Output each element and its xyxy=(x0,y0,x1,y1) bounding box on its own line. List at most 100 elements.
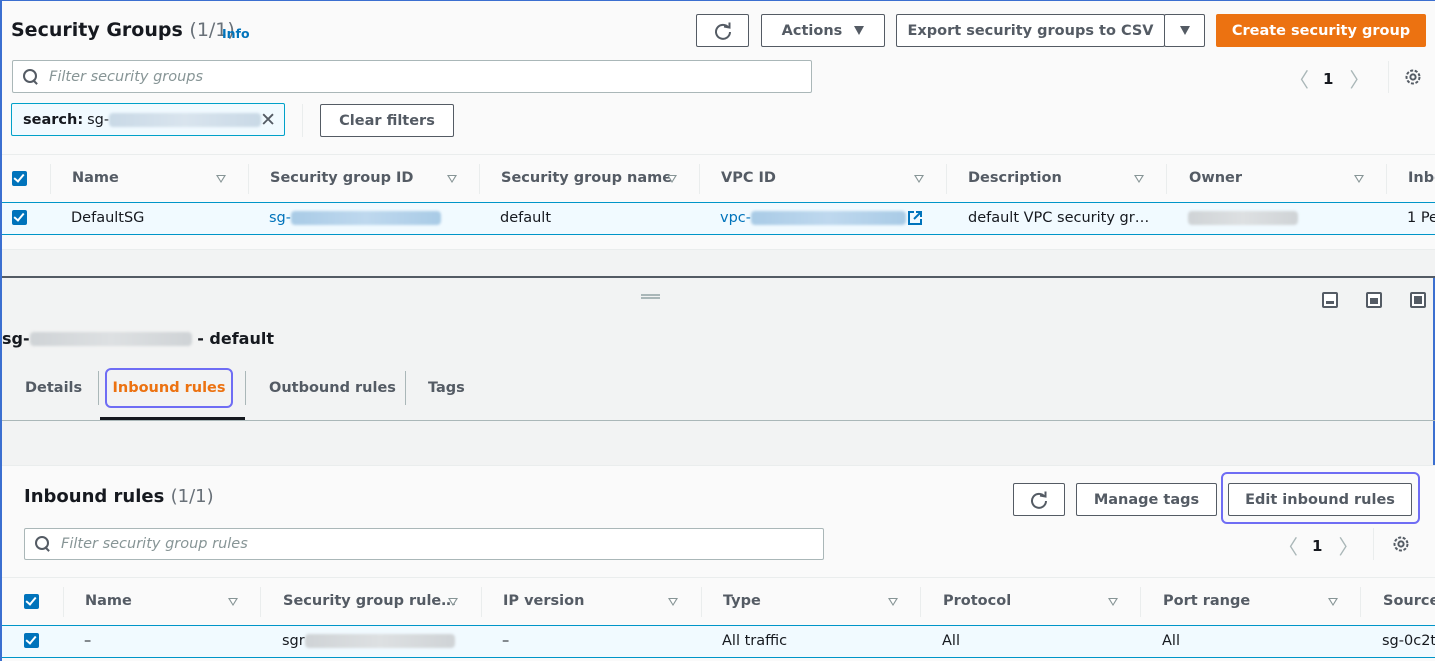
caret-down-icon xyxy=(854,26,865,35)
filter-security-groups-input[interactable]: Filter security groups xyxy=(12,60,812,93)
column-header-owner[interactable]: Owner xyxy=(1189,170,1242,186)
redacted-vpc-id xyxy=(751,211,906,225)
cell-owner xyxy=(1188,211,1298,225)
sort-icon[interactable] xyxy=(228,598,238,606)
column-header-port-range[interactable]: Port range xyxy=(1163,593,1250,609)
create-security-group-button[interactable]: Create security group xyxy=(1216,14,1426,47)
drag-handle-icon[interactable] xyxy=(641,294,660,299)
redacted-sg-id xyxy=(29,331,192,346)
redacted-owner-id xyxy=(1188,211,1298,225)
column-header-description[interactable]: Description xyxy=(968,170,1062,186)
sort-icon[interactable] xyxy=(1108,598,1118,606)
column-header-type[interactable]: Type xyxy=(723,593,761,609)
column-header-sg-name[interactable]: Security group name xyxy=(501,170,672,186)
column-header-protocol[interactable]: Protocol xyxy=(943,593,1011,609)
panel-minimize-icon[interactable] xyxy=(1322,292,1338,308)
inbound-rules-title: Inbound rules (1/1) xyxy=(24,486,214,507)
sort-icon[interactable] xyxy=(1354,175,1364,183)
column-header-ip-version[interactable]: IP version xyxy=(503,593,584,609)
column-divider xyxy=(946,164,947,194)
panel-splitter[interactable] xyxy=(2,276,1435,278)
table-row[interactable]: DefaultSG sg- default vpc- default VPC s… xyxy=(2,202,1435,235)
sort-icon[interactable] xyxy=(448,598,458,606)
actions-button[interactable]: Actions xyxy=(761,14,885,47)
refresh-icon xyxy=(714,22,731,40)
column-divider xyxy=(1140,587,1141,617)
cell-protocol: All xyxy=(942,633,960,649)
page-number[interactable]: 1 xyxy=(1312,537,1322,555)
tab-divider xyxy=(98,371,99,405)
column-header-rule-id[interactable]: Security group rule… xyxy=(283,593,456,609)
column-divider xyxy=(479,164,480,194)
divider xyxy=(1388,61,1389,93)
search-icon xyxy=(23,68,39,85)
sort-icon[interactable] xyxy=(216,175,226,183)
cell-name: – xyxy=(84,633,92,649)
filter-rules-input[interactable]: Filter security group rules xyxy=(24,528,824,560)
table-footer-area xyxy=(2,249,1435,277)
search-icon xyxy=(35,536,51,552)
cell-name: DefaultSG xyxy=(71,210,145,226)
page-number[interactable]: 1 xyxy=(1323,70,1333,88)
tab-inbound-rules[interactable]: Inbound rules xyxy=(105,368,233,408)
clear-filters-button[interactable]: Clear filters xyxy=(320,104,454,137)
vpc-id-link[interactable]: vpc- xyxy=(720,210,922,226)
sort-icon[interactable] xyxy=(667,175,677,183)
column-divider xyxy=(63,587,64,617)
column-header-inbound[interactable]: Inbo xyxy=(1408,170,1435,186)
column-divider xyxy=(260,587,261,617)
chevron-right-icon[interactable]: 〉 xyxy=(1349,64,1369,93)
rules-table-header: Name Security group rule… IP version Typ… xyxy=(2,577,1435,625)
tab-tags[interactable]: Tags xyxy=(428,368,465,408)
select-all-checkbox[interactable] xyxy=(12,171,27,186)
cell-port-range: All xyxy=(1162,633,1180,649)
cell-ip-version: – xyxy=(502,633,510,649)
chevron-left-icon[interactable]: 〈 xyxy=(1278,531,1298,560)
sort-icon[interactable] xyxy=(668,598,678,606)
settings-gear-icon[interactable] xyxy=(1391,534,1411,554)
sort-icon[interactable] xyxy=(888,598,898,606)
panel-maximize-icon[interactable] xyxy=(1410,292,1426,308)
tab-divider xyxy=(245,371,246,405)
column-divider xyxy=(1360,587,1361,617)
export-dropdown-button[interactable] xyxy=(1164,14,1205,47)
tab-details[interactable]: Details xyxy=(25,368,82,408)
column-header-vpc-id[interactable]: VPC ID xyxy=(721,170,776,186)
column-header-sg-id[interactable]: Security group ID xyxy=(270,170,413,186)
edit-inbound-rules-button[interactable]: Edit inbound rules xyxy=(1228,483,1412,516)
column-header-name[interactable]: Name xyxy=(72,170,119,186)
table-row[interactable]: – sgr – All traffic All All sg-0c2t xyxy=(2,625,1435,658)
cell-description: default VPC security gr… xyxy=(968,210,1150,226)
refresh-rules-button[interactable] xyxy=(1013,483,1065,516)
sg-table-header: Name Security group ID Security group na… xyxy=(2,154,1435,202)
select-all-checkbox[interactable] xyxy=(24,594,39,609)
column-header-name[interactable]: Name xyxy=(85,593,132,609)
sg-id-link[interactable]: sg- xyxy=(269,210,441,226)
remove-filter-icon[interactable]: ✕ xyxy=(260,111,276,130)
row-checkbox[interactable] xyxy=(24,633,39,648)
sort-icon[interactable] xyxy=(1134,175,1144,183)
redacted-rule-id xyxy=(304,634,455,648)
sort-icon[interactable] xyxy=(447,175,457,183)
detail-title: sg- - default xyxy=(2,329,274,348)
manage-tags-button[interactable]: Manage tags xyxy=(1076,483,1217,516)
export-csv-button[interactable]: Export security groups to CSV xyxy=(896,14,1165,47)
redacted-sg-id xyxy=(291,211,441,225)
pagination: 〈 1 〉 xyxy=(1289,64,1369,93)
panel-half-icon[interactable] xyxy=(1366,292,1382,308)
chevron-right-icon[interactable]: 〉 xyxy=(1338,531,1358,560)
active-tab-indicator xyxy=(100,417,245,420)
column-divider xyxy=(920,587,921,617)
chevron-left-icon[interactable]: 〈 xyxy=(1289,64,1309,93)
security-groups-panel: Security Groups (1/1) Info Actions Expor… xyxy=(2,1,1435,276)
sort-icon[interactable] xyxy=(914,175,924,183)
refresh-button[interactable] xyxy=(696,14,749,47)
info-link[interactable]: Info xyxy=(222,26,250,41)
sort-icon[interactable] xyxy=(1328,598,1338,606)
settings-gear-icon[interactable] xyxy=(1403,67,1423,87)
column-header-source[interactable]: Source xyxy=(1383,593,1435,609)
row-checkbox[interactable] xyxy=(12,210,27,225)
cell-sg-name: default xyxy=(500,210,552,226)
tab-outbound-rules[interactable]: Outbound rules xyxy=(269,368,396,408)
refresh-icon xyxy=(1031,491,1047,509)
